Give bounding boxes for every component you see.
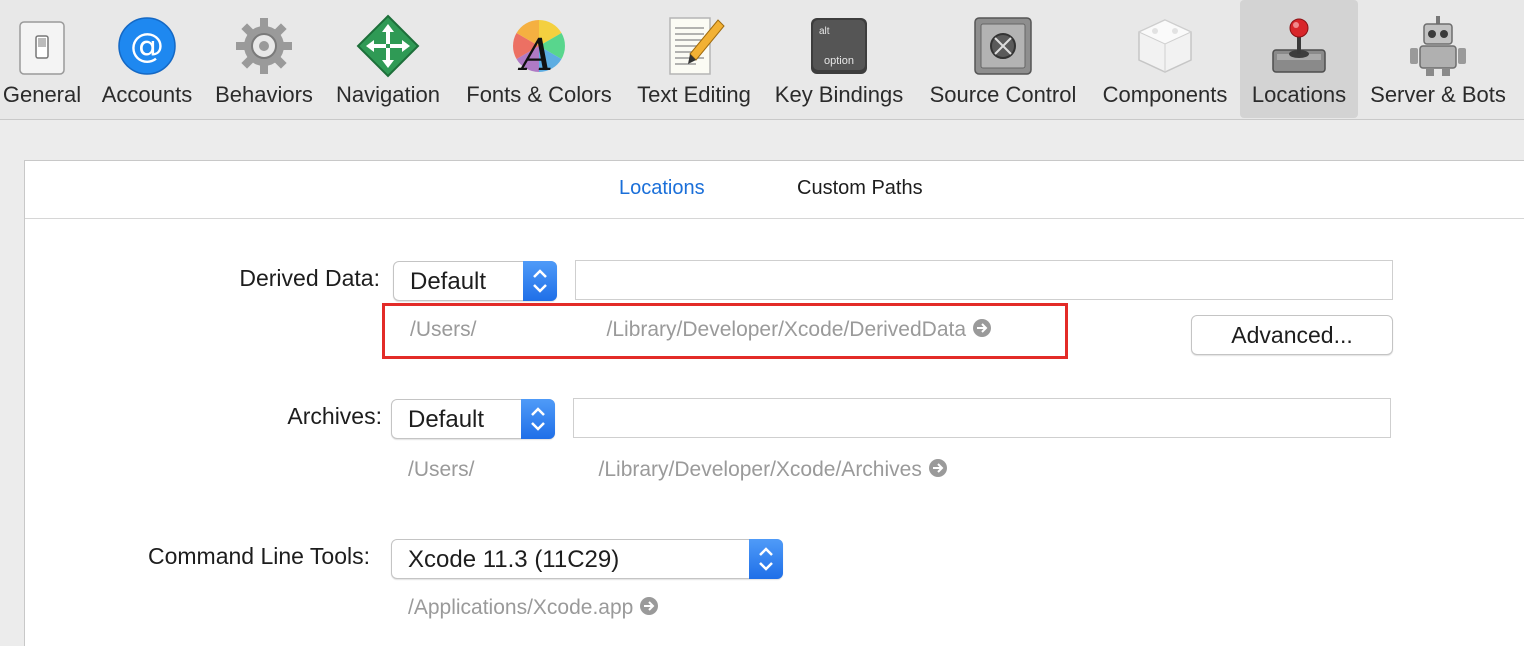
text-pencil-icon xyxy=(669,17,725,75)
toolbar-label: Navigation xyxy=(336,82,440,107)
toolbar-label: Server & Bots xyxy=(1370,82,1506,107)
archives-popup[interactable]: Default xyxy=(391,399,555,439)
derived-data-custom-field[interactable] xyxy=(575,260,1393,300)
preferences-toolbar: General @ Accounts Behaviors Navigation … xyxy=(0,0,1524,120)
toolbar-label: Source Control xyxy=(929,82,1077,107)
archives-custom-field[interactable] xyxy=(573,398,1391,438)
derived-data-label: Derived Data: xyxy=(239,265,380,291)
general-switch-icon xyxy=(19,21,65,75)
toolbar-item-fonts-colors[interactable]: A Fonts & Colors xyxy=(456,0,622,118)
archives-path-prefix: /Users/ xyxy=(408,458,475,481)
tab-custom-paths[interactable]: Custom Paths xyxy=(797,177,923,200)
reveal-arrow-icon[interactable] xyxy=(928,458,948,478)
derived-data-path-suffix: /Library/Developer/Xcode/DerivedData xyxy=(606,318,967,341)
archives-label: Archives: xyxy=(287,403,382,429)
command-line-tools-path: /Applications/Xcode.app xyxy=(408,596,659,620)
robot-icon xyxy=(1410,16,1466,76)
archives-path-suffix: /Library/Developer/Xcode/Archives xyxy=(598,458,922,481)
derived-data-path-prefix: /Users/ xyxy=(410,318,477,341)
joystick-drive-icon xyxy=(1272,18,1326,73)
archives-path: /Users/ /Library/Developer/Xcode/Archives xyxy=(408,458,948,483)
toolbar-item-general[interactable]: General xyxy=(0,0,84,118)
chevron-updown-icon xyxy=(533,269,547,293)
at-sign-icon: @ xyxy=(118,17,176,75)
toolbar-item-components[interactable]: Components xyxy=(1094,0,1236,118)
toolbar-label: Locations xyxy=(1251,82,1347,107)
safe-vault-icon xyxy=(974,17,1032,75)
segmented-tabs: Locations Custom Paths xyxy=(25,161,1524,219)
toolbar-item-navigation[interactable]: Navigation xyxy=(326,0,450,118)
toolbar-item-behaviors[interactable]: Behaviors xyxy=(208,0,320,118)
archives-popup-value: Default xyxy=(408,406,485,433)
option-key-bottom-text: option xyxy=(824,55,854,67)
toolbar-label: Components xyxy=(1102,82,1228,107)
component-box-icon xyxy=(1137,19,1193,73)
toolbar-label: Fonts & Colors xyxy=(466,82,612,107)
toolbar-label: Behaviors xyxy=(215,82,313,107)
popup-stepper xyxy=(521,399,555,439)
toolbar-label: General xyxy=(2,82,82,107)
command-line-tools-popup[interactable]: Xcode 11.3 (11C29) xyxy=(391,539,783,579)
derived-data-popup-value: Default xyxy=(410,268,487,295)
option-key-top-text: alt xyxy=(819,26,830,37)
command-line-tools-path-text: /Applications/Xcode.app xyxy=(408,596,634,619)
tab-locations[interactable]: Locations xyxy=(619,177,705,200)
popup-stepper xyxy=(523,261,557,301)
svg-text:@: @ xyxy=(130,26,164,66)
toolbar-item-key-bindings[interactable]: alt option Key Bindings xyxy=(766,0,912,118)
reveal-arrow-icon[interactable] xyxy=(639,596,659,616)
toolbar-item-locations[interactable]: Locations xyxy=(1240,0,1358,118)
toolbar-label: Accounts xyxy=(101,82,193,107)
option-key-icon: alt option xyxy=(811,18,867,74)
reveal-arrow-icon[interactable] xyxy=(972,318,992,338)
svg-text:A: A xyxy=(517,30,553,78)
chevron-updown-icon xyxy=(759,547,773,571)
toolbar-label: Key Bindings xyxy=(774,82,904,107)
chevron-updown-icon xyxy=(531,407,545,431)
popup-stepper xyxy=(749,539,783,579)
derived-data-path: /Users/ /Library/Developer/Xcode/DerivedD… xyxy=(410,318,992,343)
toolbar-label: Text Editing xyxy=(637,82,751,107)
font-color-wheel-icon: A xyxy=(513,20,565,78)
command-line-tools-popup-value: Xcode 11.3 (11C29) xyxy=(408,546,620,573)
toolbar-item-source-control[interactable]: Source Control xyxy=(918,0,1088,118)
toolbar-item-text-editing[interactable]: Text Editing xyxy=(628,0,760,118)
gear-icon xyxy=(236,18,292,74)
navigation-arrows-icon xyxy=(356,14,420,78)
toolbar-item-accounts[interactable]: @ Accounts xyxy=(92,0,202,118)
redacted-username xyxy=(474,458,599,483)
command-line-tools-label: Command Line Tools: xyxy=(147,543,370,569)
redacted-username xyxy=(476,318,607,343)
derived-data-popup[interactable]: Default xyxy=(393,261,557,301)
toolbar-item-server-bots[interactable]: Server & Bots xyxy=(1362,0,1514,118)
advanced-button[interactable]: Advanced... xyxy=(1191,315,1393,355)
